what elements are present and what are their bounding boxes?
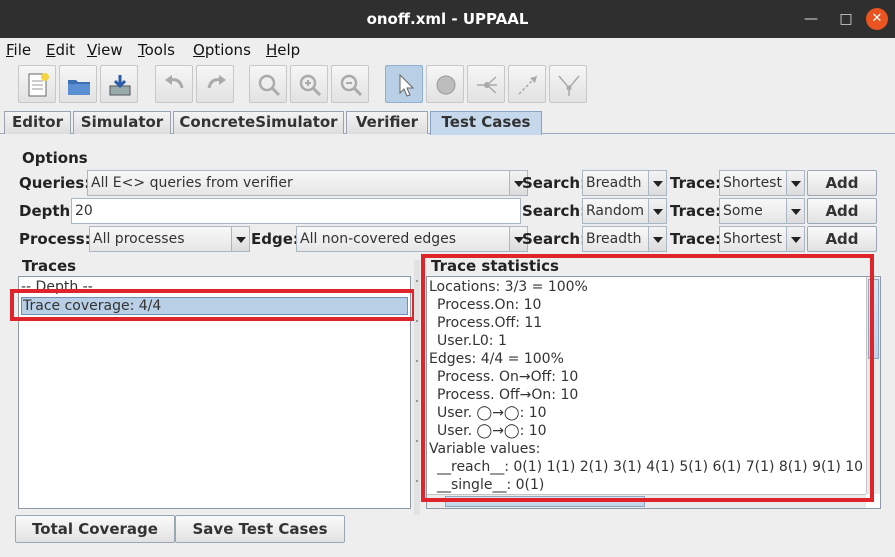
chevron-down-icon — [786, 171, 804, 195]
menu-options[interactable]: Options — [193, 41, 251, 59]
search-label: Search: — [522, 202, 587, 220]
save-test-cases-button[interactable]: Save Test Cases — [175, 515, 345, 543]
toolbar — [0, 62, 895, 108]
edge-select[interactable]: All non-covered edges — [296, 226, 528, 252]
title-bar: onoff.xml - UPPAAL — □ ✕ — [0, 0, 895, 38]
edge-tool-button[interactable] — [508, 65, 546, 103]
tab-bar: Editor Simulator ConcreteSimulator Verif… — [0, 110, 895, 135]
total-coverage-button[interactable]: Total Coverage — [15, 515, 175, 543]
tab-verifier[interactable]: Verifier — [346, 111, 428, 134]
new-document-icon — [28, 73, 49, 97]
trace-select[interactable]: Shortest — [719, 170, 805, 196]
menu-edit[interactable]: Edit — [46, 41, 75, 59]
chevron-down-icon — [648, 199, 666, 223]
search-label: Search: — [522, 174, 587, 192]
highlight-box — [421, 254, 874, 502]
trace-value: Shortest — [723, 231, 782, 247]
depth-field[interactable]: 20 — [71, 198, 521, 224]
search-value: Breadth — [586, 231, 642, 247]
trace-select[interactable]: Some — [719, 198, 805, 224]
menu-tools[interactable]: Tools — [138, 41, 175, 59]
queries-value: All E<> queries from verifier — [91, 175, 293, 191]
search-select[interactable]: Breadth — [582, 170, 667, 196]
location-tool-button[interactable] — [426, 65, 464, 103]
location-tool-icon — [436, 75, 456, 95]
menu-file[interactable]: File — [6, 41, 31, 59]
minimize-icon[interactable]: — — [800, 8, 822, 30]
chevron-down-icon — [786, 199, 804, 223]
search-value: Breadth — [586, 175, 642, 191]
window-title: onoff.xml - UPPAAL — [366, 10, 529, 28]
edge-tool-icon — [518, 75, 538, 95]
search-value: Random — [586, 203, 644, 219]
chevron-down-icon — [231, 227, 249, 251]
process-select[interactable]: All processes — [89, 226, 250, 252]
add-button[interactable]: Add — [807, 170, 877, 196]
select-pointer-icon — [399, 73, 415, 97]
trace-label: Trace: — [670, 230, 722, 248]
menu-help[interactable]: Help — [266, 41, 300, 59]
zoom-in-icon — [299, 74, 322, 97]
highlight-box — [10, 289, 416, 321]
tab-test-cases[interactable]: Test Cases — [430, 111, 542, 135]
trace-select[interactable]: Shortest — [719, 226, 805, 252]
trace-label: Trace: — [670, 174, 722, 192]
process-label: Process: — [19, 230, 91, 248]
maximize-icon[interactable]: □ — [835, 8, 857, 30]
nail-tool-icon — [558, 75, 580, 96]
edge-value: All non-covered edges — [300, 231, 457, 247]
queries-label: Queries: — [19, 174, 91, 192]
split-divider[interactable] — [414, 260, 420, 515]
chevron-down-icon — [648, 171, 666, 195]
search-select[interactable]: Random — [582, 198, 667, 224]
tab-simulator[interactable]: Simulator — [73, 111, 171, 134]
redo-button[interactable] — [196, 65, 234, 103]
undo-button[interactable] — [155, 65, 193, 103]
zoom-fit-button[interactable] — [249, 65, 287, 103]
zoom-out-icon — [340, 74, 363, 97]
select-tool-button[interactable] — [385, 65, 423, 103]
menu-bar: File Edit View Tools Options Help — [0, 38, 895, 62]
process-value: All processes — [93, 231, 185, 247]
add-button[interactable]: Add — [807, 198, 877, 224]
depth-label: Depth: — [19, 202, 77, 220]
branch-tool-icon — [477, 76, 497, 94]
trace-value: Shortest — [723, 175, 782, 191]
zoom-out-button[interactable] — [331, 65, 369, 103]
search-label: Search: — [522, 230, 587, 248]
tab-concrete-simulator[interactable]: ConcreteSimulator — [173, 111, 344, 134]
redo-icon — [207, 75, 226, 89]
menu-view[interactable]: View — [87, 41, 123, 59]
zoom-fit-icon — [258, 74, 281, 97]
trace-value: Some — [723, 203, 763, 219]
edge-label: Edge: — [251, 230, 299, 248]
zoom-in-button[interactable] — [290, 65, 328, 103]
save-button[interactable] — [100, 65, 138, 103]
traces-heading: Traces — [22, 257, 77, 275]
search-select[interactable]: Breadth — [582, 226, 667, 252]
nail-tool-button[interactable] — [549, 65, 587, 103]
new-document-button[interactable] — [18, 65, 56, 103]
queries-select[interactable]: All E<> queries from verifier — [87, 170, 528, 196]
branch-tool-button[interactable] — [467, 65, 505, 103]
open-folder-icon — [68, 80, 90, 95]
close-icon[interactable]: ✕ — [866, 8, 888, 30]
test-cases-panel: Options Queries: All E<> queries from ve… — [8, 134, 895, 557]
add-button[interactable]: Add — [807, 226, 877, 252]
chevron-down-icon — [648, 227, 666, 251]
open-button[interactable] — [59, 65, 97, 103]
chevron-down-icon — [786, 227, 804, 251]
tab-editor[interactable]: Editor — [4, 111, 71, 134]
save-icon — [109, 75, 131, 96]
options-heading: Options — [22, 149, 88, 167]
trace-label: Trace: — [670, 202, 722, 220]
undo-icon — [165, 75, 184, 89]
